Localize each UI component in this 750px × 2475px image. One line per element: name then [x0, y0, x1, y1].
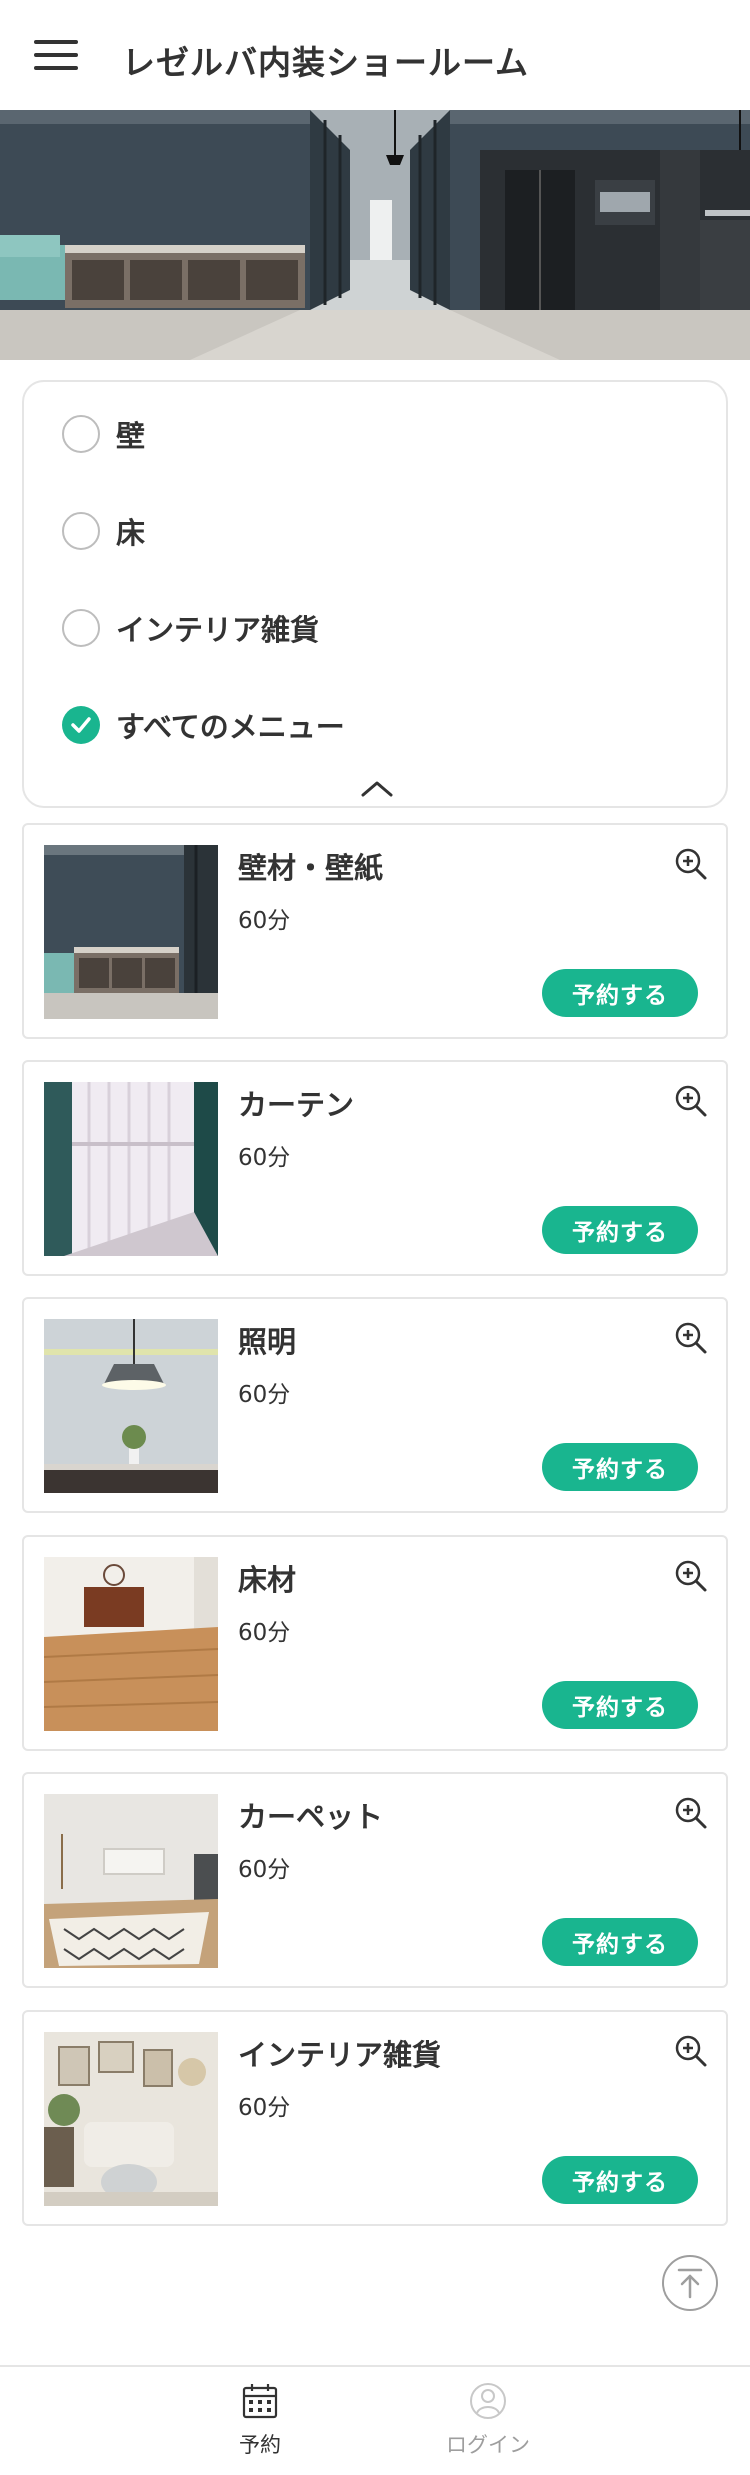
- filter-option-floor[interactable]: 床: [62, 509, 145, 553]
- menu-thumbnail-wallpaper: [44, 845, 218, 1019]
- menu-duration: 60分: [238, 1620, 291, 1646]
- menu-card: インテリア雑貨 60分 予約する: [22, 2010, 728, 2226]
- filter-label: インテリア雑貨: [116, 613, 320, 647]
- chevron-up-icon: [361, 781, 393, 797]
- menu-thumbnail-curtain: [44, 1082, 218, 1256]
- filter-label: 床: [116, 516, 146, 550]
- filter-option-wall[interactable]: 壁: [62, 412, 145, 456]
- menu-title: カーテン: [238, 1088, 355, 1122]
- hero-image: [0, 110, 750, 360]
- zoom-button[interactable]: [674, 2034, 708, 2068]
- radio-button-checked[interactable]: [62, 706, 100, 744]
- menu-duration: 60分: [238, 908, 291, 934]
- menu-duration: 60分: [238, 1145, 291, 1171]
- header: レゼルバ内装ショールーム: [0, 0, 750, 110]
- reserve-button[interactable]: 予約する: [542, 1443, 698, 1491]
- filter-label: 壁: [116, 419, 146, 453]
- menu-card: 壁材・壁紙 60分 予約する: [22, 823, 728, 1039]
- zoom-in-icon: [675, 848, 707, 880]
- menu-thumbnail-carpet: [44, 1794, 218, 1968]
- menu-card: カーペット 60分 予約する: [22, 1772, 728, 1988]
- menu-card: カーテン 60分 予約する: [22, 1060, 728, 1276]
- menu-thumbnail-interior-goods: [44, 2032, 218, 2206]
- nav-item-login[interactable]: ログイン: [428, 2381, 548, 2467]
- menu-duration: 60分: [238, 1857, 291, 1883]
- check-icon: [71, 717, 91, 733]
- calendar-icon: [242, 2384, 278, 2419]
- nav-label-login: ログイン: [446, 2433, 530, 2457]
- zoom-button[interactable]: [674, 1084, 708, 1118]
- reserve-button[interactable]: 予約する: [542, 1206, 698, 1254]
- zoom-in-icon: [675, 1322, 707, 1354]
- menu-duration: 60分: [238, 1382, 291, 1408]
- back-to-top-button[interactable]: [662, 2255, 718, 2311]
- user-icon: [470, 2383, 506, 2419]
- reserve-button[interactable]: 予約する: [542, 1681, 698, 1729]
- zoom-in-icon: [675, 1797, 707, 1829]
- menu-filter-panel: 壁 床 インテリア雑貨 すべてのメニュー: [22, 380, 728, 808]
- zoom-button[interactable]: [674, 1559, 708, 1593]
- reserve-button[interactable]: 予約する: [542, 969, 698, 1017]
- menu-thumbnail-flooring: [44, 1557, 218, 1731]
- zoom-in-icon: [675, 2035, 707, 2067]
- zoom-button[interactable]: [674, 847, 708, 881]
- menu-card: 床材 60分 予約する: [22, 1535, 728, 1751]
- menu-thumbnail-lighting: [44, 1319, 218, 1493]
- filter-label: すべてのメニュー: [116, 710, 345, 744]
- reserve-button[interactable]: 予約する: [542, 1918, 698, 1966]
- reserve-button[interactable]: 予約する: [542, 2156, 698, 2204]
- hamburger-menu-button[interactable]: [34, 38, 78, 72]
- hamburger-icon: [34, 40, 78, 44]
- collapse-filter-button[interactable]: [357, 775, 397, 801]
- menu-title: インテリア雑貨: [238, 2038, 442, 2072]
- menu-card: 照明 60分 予約する: [22, 1297, 728, 1513]
- radio-button[interactable]: [62, 512, 100, 550]
- zoom-button[interactable]: [674, 1796, 708, 1830]
- menu-title: カーペット: [238, 1800, 384, 1834]
- radio-button[interactable]: [62, 609, 100, 647]
- filter-option-all-menus[interactable]: すべてのメニュー: [62, 703, 345, 747]
- arrow-up-icon: [677, 2268, 703, 2299]
- zoom-in-icon: [675, 1560, 707, 1592]
- zoom-button[interactable]: [674, 1321, 708, 1355]
- radio-button[interactable]: [62, 415, 100, 453]
- menu-title: 床材: [238, 1563, 297, 1597]
- bottom-navigation: 予約 ログイン: [0, 2365, 750, 2475]
- nav-item-reserve[interactable]: 予約: [200, 2381, 320, 2467]
- filter-option-interior-goods[interactable]: インテリア雑貨: [62, 606, 319, 650]
- menu-title: 照明: [238, 1325, 297, 1359]
- page: レゼルバ内装ショールーム 壁 床 インテリア雑貨 すべてのメニュー 壁材・壁紙 …: [0, 0, 750, 2475]
- nav-label-reserve: 予約: [239, 2433, 281, 2457]
- zoom-in-icon: [675, 1085, 707, 1117]
- menu-duration: 60分: [238, 2095, 291, 2121]
- app-title: レゼルバ内装ショールーム: [122, 43, 530, 82]
- menu-title: 壁材・壁紙: [238, 851, 384, 885]
